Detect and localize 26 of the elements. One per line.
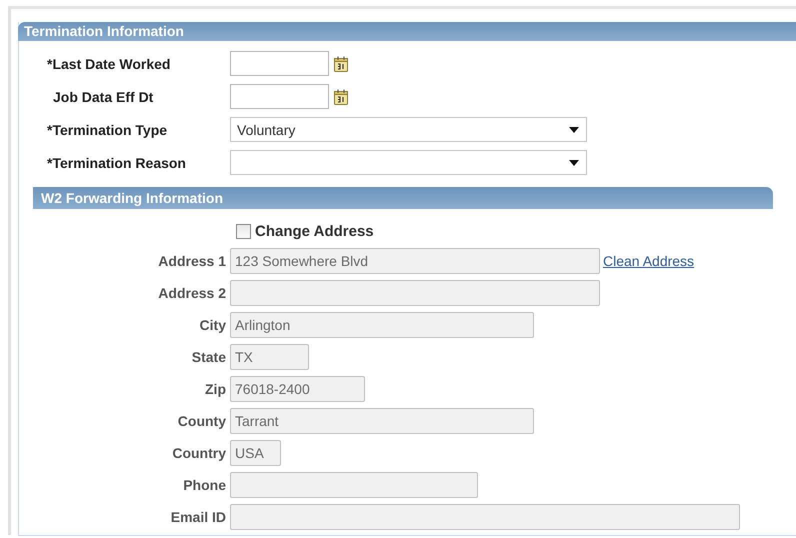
caret-icon — [569, 160, 579, 166]
field-label: Job Data Eff Dt — [52, 88, 154, 104]
caret-icon — [569, 126, 579, 132]
field-label: Address 1 — [157, 253, 227, 269]
field-label: State — [190, 349, 227, 365]
field-label: Country — [171, 445, 227, 461]
field-label: Email ID — [170, 509, 227, 525]
field-label: Address 2 — [157, 285, 227, 301]
dropdown[interactable] — [230, 150, 587, 175]
field-label: Phone — [182, 477, 227, 493]
field-label: *Termination Type — [46, 122, 168, 138]
checkbox[interactable] — [236, 224, 251, 239]
calendar-icon[interactable] — [334, 88, 348, 104]
clean-address-link[interactable]: Clean Address — [603, 253, 694, 269]
date-field[interactable] — [230, 84, 329, 109]
field-label: Zip — [204, 381, 227, 397]
date-field[interactable] — [230, 51, 329, 76]
field-label: *Termination Reason — [46, 154, 187, 170]
checkbox-label: Change Address — [255, 223, 374, 240]
calendar-icon[interactable] — [334, 56, 348, 72]
section-header: Termination Information — [18, 22, 796, 41]
field-label: *Last Date Worked — [46, 56, 172, 72]
dropdown[interactable]: Voluntary — [230, 117, 587, 142]
field-label: County — [176, 413, 227, 429]
section-header: W2 Forwarding Information — [33, 187, 773, 209]
field-label: City — [198, 317, 227, 333]
